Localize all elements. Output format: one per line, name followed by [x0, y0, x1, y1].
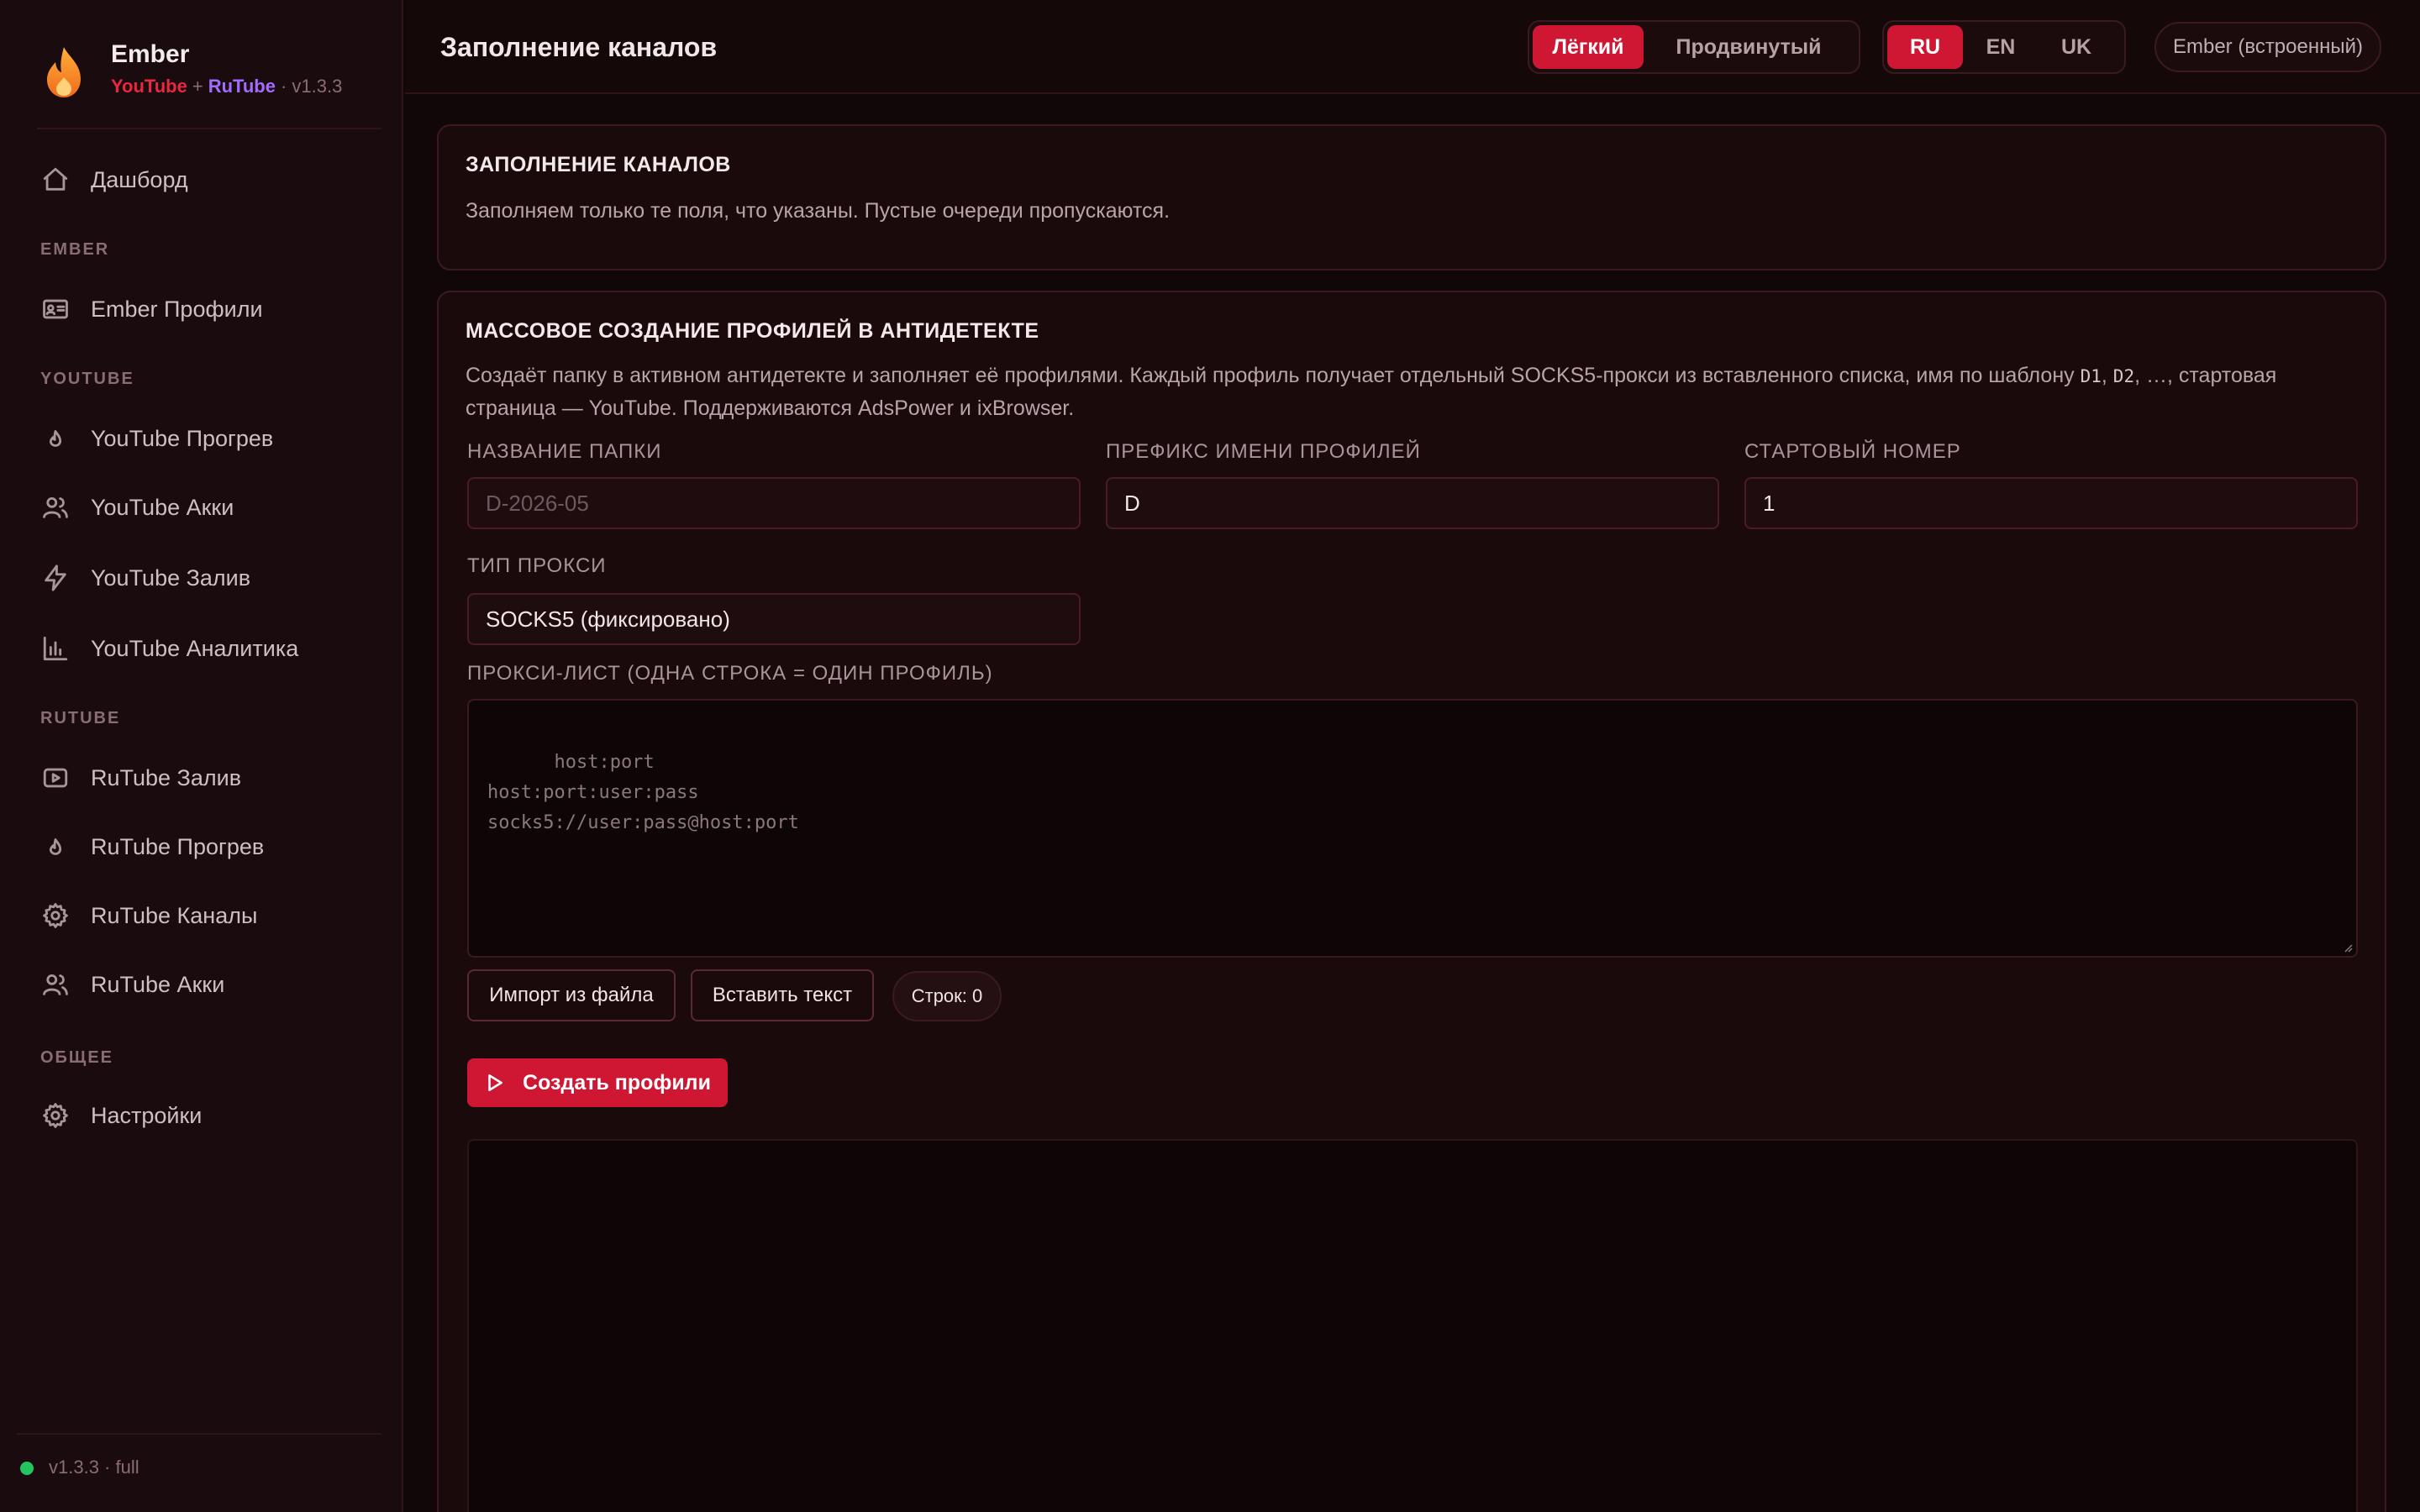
gear-icon — [39, 899, 72, 932]
brand: Ember YouTube + RuTube · v1.3.3 — [44, 40, 380, 108]
sidebar-item-rutube-warmup[interactable]: RuTube Прогрев — [37, 820, 381, 874]
flame-logo-icon — [47, 47, 81, 97]
paste-text-button[interactable]: Вставить текст — [691, 969, 874, 1021]
lang-option-en[interactable]: EN — [1963, 25, 2039, 69]
topbar: Заполнение каналов Лёгкий Продвинутый RU… — [405, 0, 2420, 94]
start-number-label: СТАРТОВЫЙ НОМЕР — [1744, 440, 1961, 463]
import-file-button[interactable]: Импорт из файла — [467, 969, 676, 1021]
language-switch: RU EN UK — [1882, 20, 2126, 74]
brand-version: · v1.3.3 — [280, 76, 343, 97]
sidebar-item-rutube-accounts[interactable]: RuTube Акки — [37, 958, 381, 1011]
proxy-list-label: ПРОКСИ-ЛИСТ (ОДНА СТРОКА = ОДИН ПРОФИЛЬ) — [467, 662, 993, 685]
sidebar-item-label: YouTube Прогрев — [91, 425, 274, 451]
section-rutube: RUTUBE — [40, 709, 121, 727]
rows-counter-badge: Строк: 0 — [892, 971, 1002, 1021]
sidebar-item-dashboard[interactable]: Дашборд — [37, 153, 381, 207]
page-title: Заполнение каналов — [440, 32, 718, 62]
sidebar-item-label: RuTube Прогрев — [91, 833, 265, 859]
proxy-type-field[interactable]: SOCKS5 (фиксировано) — [467, 593, 1081, 645]
play-icon — [488, 1074, 502, 1091]
bulk-card-title: МАССОВОЕ СОЗДАНИЕ ПРОФИЛЕЙ В АНТИДЕТЕКТЕ — [466, 319, 1039, 343]
desc-code: D1 — [2080, 366, 2102, 386]
output-log-panel — [467, 1139, 2358, 1512]
brand-subtitle: YouTube + RuTube · v1.3.3 — [111, 76, 342, 97]
create-profiles-button[interactable]: Создать профили — [467, 1058, 728, 1107]
sidebar-item-label: Ember Профили — [91, 296, 263, 322]
sidebar-item-ember-profiles[interactable]: Ember Профили — [37, 282, 381, 336]
sidebar-item-label: RuTube Залив — [91, 764, 242, 790]
users-icon — [39, 491, 72, 524]
version-status: v1.3.3 · full — [49, 1457, 139, 1478]
app-window: Ember YouTube + RuTube · v1.3.3 Дашборд EMB… — [0, 0, 2420, 1512]
create-profiles-label: Создать профили — [523, 1070, 711, 1095]
sidebar-item-label: Дашборд — [91, 166, 188, 192]
brand-youtube: YouTube — [111, 76, 187, 97]
mode-option-advanced[interactable]: Продвинутый — [1644, 25, 1854, 69]
section-general: ОБЩЕЕ — [40, 1048, 113, 1067]
gear-icon — [39, 1099, 72, 1132]
sidebar-item-label: YouTube Акки — [91, 494, 234, 520]
sidebar-item-youtube-upload[interactable]: YouTube Залив — [37, 551, 381, 605]
sidebar-item-rutube-upload[interactable]: RuTube Залив — [37, 751, 381, 805]
sidebar-item-label: RuTube Акки — [91, 971, 225, 997]
sidebar-item-label: YouTube Аналитика — [91, 635, 299, 661]
lang-option-ru[interactable]: RU — [1887, 25, 1963, 69]
info-card-description: Заполняем только те поля, что указаны. П… — [466, 199, 1171, 223]
sidebar-item-label: YouTube Залив — [91, 564, 251, 591]
section-ember: EMBER — [40, 240, 110, 259]
video-play-icon — [39, 761, 72, 795]
profile-prefix-label: ПРЕФИКС ИМЕНИ ПРОФИЛЕЙ — [1106, 440, 1421, 463]
desc-code: D2 — [2112, 366, 2135, 386]
folder-name-label: НАЗВАНИЕ ПАПКИ — [467, 440, 662, 463]
brand-rutube: RuTube — [208, 76, 276, 97]
sidebar: Ember YouTube + RuTube · v1.3.3 Дашборд EMB… — [0, 0, 403, 1512]
start-number-input[interactable]: 1 — [1744, 477, 2358, 529]
flame-icon — [39, 830, 72, 864]
lightning-icon — [39, 561, 72, 595]
lang-option-uk[interactable]: UK — [2039, 25, 2114, 69]
sidebar-item-youtube-accounts[interactable]: YouTube Акки — [37, 480, 381, 534]
sidebar-item-rutube-channels[interactable]: RuTube Каналы — [37, 889, 381, 942]
section-youtube: YOUTUBE — [40, 370, 134, 388]
bulk-card-description: Создаёт папку в активном антидетекте и з… — [466, 360, 2365, 424]
users-icon — [39, 968, 72, 1001]
proxy-type-label: ТИП ПРОКСИ — [467, 554, 607, 577]
desc-text: Создаёт папку в активном антидетекте и з… — [466, 364, 2081, 387]
sidebar-item-label: RuTube Каналы — [91, 902, 258, 928]
resize-handle-icon[interactable] — [2341, 941, 2353, 953]
status-dot — [20, 1462, 34, 1475]
flame-icon — [39, 422, 72, 455]
brand-name: Ember — [111, 40, 190, 68]
divider — [17, 1433, 381, 1435]
sidebar-item-label: Настройки — [91, 1102, 203, 1128]
id-card-icon — [39, 292, 72, 326]
proxy-list-placeholder: host:port host:port:user:pass socks5://u… — [487, 752, 799, 833]
info-card-title: ЗАПОЛНЕНИЕ КАНАЛОВ — [466, 153, 731, 176]
bulk-profiles-card: МАССОВОЕ СОЗДАНИЕ ПРОФИЛЕЙ В АНТИДЕТЕКТЕ… — [437, 291, 2386, 1512]
divider — [37, 128, 381, 129]
info-card: ЗАПОЛНЕНИЕ КАНАЛОВ Заполняем только те п… — [437, 124, 2386, 270]
mode-option-easy[interactable]: Лёгкий — [1533, 25, 1644, 69]
engine-selector[interactable]: Ember (встроенный) — [2154, 22, 2381, 72]
sidebar-item-youtube-analytics[interactable]: YouTube Аналитика — [37, 622, 381, 675]
desc-text: , — [2101, 364, 2113, 387]
profile-prefix-input[interactable]: D — [1106, 477, 1719, 529]
folder-name-input[interactable]: D-2026-05 — [467, 477, 1081, 529]
proxy-list-textarea[interactable]: host:port host:port:user:pass socks5://u… — [467, 699, 2358, 958]
brand-plus: + — [192, 76, 203, 97]
bar-chart-icon — [39, 632, 72, 665]
sidebar-item-youtube-warmup[interactable]: YouTube Прогрев — [37, 412, 381, 465]
home-icon — [39, 163, 72, 197]
sidebar-item-settings[interactable]: Настройки — [37, 1089, 381, 1142]
mode-switch: Лёгкий Продвинутый — [1528, 20, 1860, 74]
